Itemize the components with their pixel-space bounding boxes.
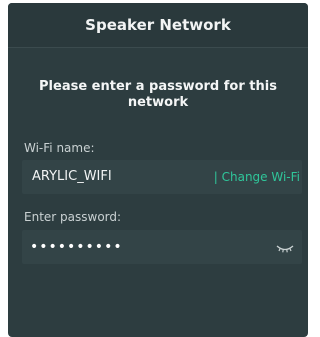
dialog-title-bar: Speaker Network	[8, 3, 308, 48]
speaker-network-dialog: Speaker Network Please enter a password …	[8, 3, 308, 337]
password-label: Enter password:	[24, 210, 122, 224]
wifi-name-field: ARYLIC_WIFI | Change Wi-Fi	[22, 160, 302, 194]
dialog-title: Speaker Network	[85, 16, 231, 34]
change-wifi-link[interactable]: | Change Wi-Fi	[214, 170, 300, 184]
eye-closed-icon[interactable]	[276, 240, 294, 253]
wifi-name-value: ARYLIC_WIFI	[32, 169, 112, 184]
password-prompt: Please enter a password for this network	[39, 79, 277, 110]
password-field-row	[22, 230, 302, 264]
password-input[interactable]	[30, 236, 252, 258]
wifi-name-label: Wi-Fi name:	[24, 141, 95, 155]
